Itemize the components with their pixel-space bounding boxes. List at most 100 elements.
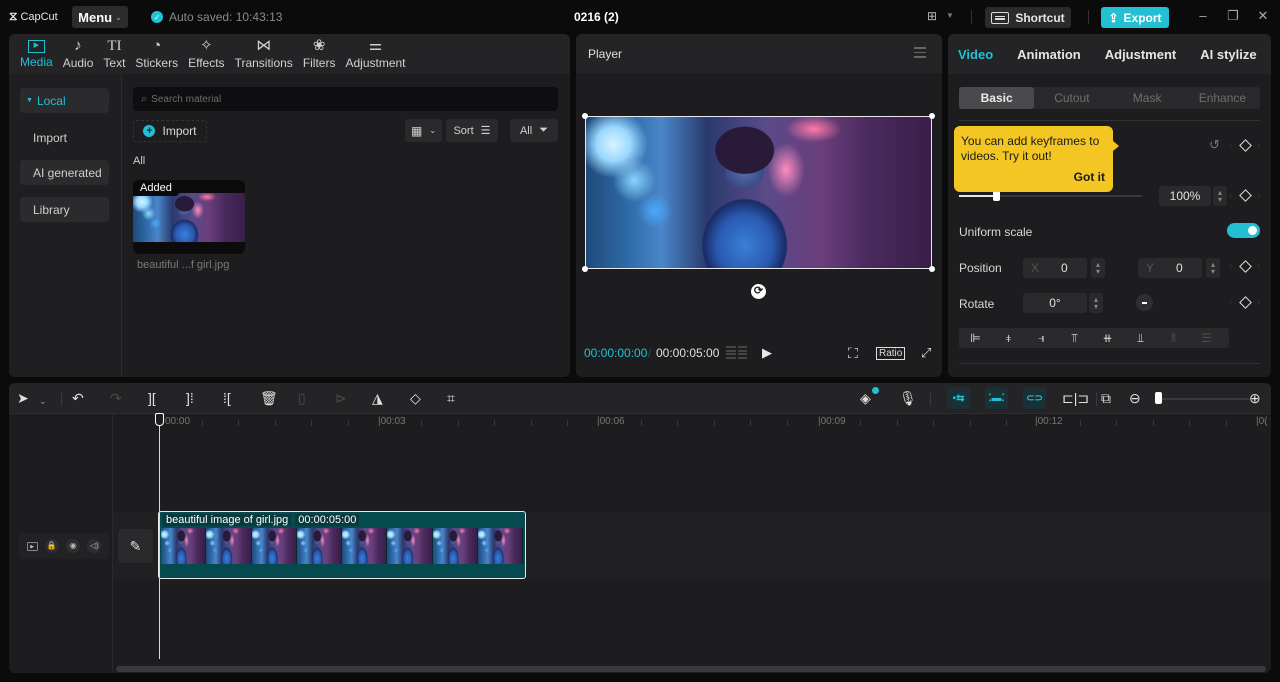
keyframe-icon[interactable] bbox=[1239, 260, 1252, 273]
subtab-mask[interactable]: Mask bbox=[1110, 87, 1185, 109]
subtab-basic[interactable]: Basic bbox=[959, 87, 1035, 109]
lock-icon[interactable]: 🔒 bbox=[44, 539, 59, 553]
edit-cover-button[interactable]: ✎ bbox=[118, 529, 153, 563]
eye-icon[interactable]: ◉ bbox=[66, 539, 81, 553]
rotate-icon[interactable]: ◇ bbox=[410, 390, 421, 406]
position-y-stepper[interactable]: ▴ ▾ bbox=[1206, 258, 1220, 278]
rotate-input[interactable]: 0° bbox=[1023, 293, 1087, 313]
resize-handle[interactable] bbox=[582, 266, 588, 272]
position-x-input[interactable]: X0 bbox=[1023, 258, 1087, 278]
reset-icon[interactable]: ↺ bbox=[1209, 137, 1220, 153]
prev-keyframe-icon[interactable]: ‹ bbox=[1229, 297, 1232, 308]
shortcut-button[interactable]: Shortcut bbox=[985, 7, 1071, 28]
subtab-cutout[interactable]: Cutout bbox=[1034, 87, 1109, 109]
align-top-icon[interactable]: ⫪ bbox=[1058, 331, 1091, 346]
import-button[interactable]: + Import bbox=[133, 120, 207, 142]
tab-video[interactable]: Video bbox=[958, 47, 993, 62]
zoom-to-fit-icon[interactable]: ⧉ bbox=[1101, 390, 1111, 406]
project-title[interactable]: 0216 (2) bbox=[574, 10, 619, 24]
prev-keyframe-icon[interactable]: ‹ bbox=[1229, 190, 1232, 201]
next-keyframe-icon[interactable]: › bbox=[1257, 261, 1260, 272]
sidebar-item-library[interactable]: Library bbox=[20, 197, 109, 222]
main-track-magnet-icon[interactable]: ▪⇆ bbox=[947, 387, 970, 409]
chevron-down-icon[interactable]: ⌄ bbox=[39, 393, 47, 409]
subtab-enhance[interactable]: Enhance bbox=[1185, 87, 1260, 109]
playhead-line[interactable] bbox=[159, 416, 160, 659]
sidebar-item-import[interactable]: Import bbox=[20, 125, 109, 150]
auto-snap-icon[interactable]: ⁚▬⁚ bbox=[985, 387, 1008, 409]
align-bottom-icon[interactable]: ⫫ bbox=[1124, 331, 1157, 346]
resize-handle[interactable] bbox=[929, 266, 935, 272]
tab-adjustment[interactable]: Adjustment bbox=[1105, 47, 1177, 62]
tab-animation[interactable]: Animation bbox=[1017, 47, 1081, 62]
prev-keyframe-icon[interactable]: ‹ bbox=[1229, 140, 1232, 151]
zoom-out-icon[interactable]: ⊖ bbox=[1129, 390, 1141, 406]
split-icon[interactable]: ][ bbox=[148, 390, 156, 406]
rotate-handle-icon[interactable]: ⟳ bbox=[751, 284, 766, 299]
tab-adjustment[interactable]: ⚌ Adjustment bbox=[340, 34, 410, 74]
keyframe-add-icon[interactable]: ◈ bbox=[860, 390, 871, 406]
chevron-down-icon[interactable]: ▼ bbox=[946, 11, 954, 20]
uniform-scale-toggle[interactable] bbox=[1227, 223, 1260, 238]
timeline-clip[interactable]: beautiful image of girl.jpg 00:00:05:00 bbox=[158, 511, 526, 579]
timeline-ruler[interactable]: 00:00 |00:03 |00:06 |00:09 |00:12 |0( bbox=[113, 414, 1271, 428]
export-button[interactable]: ⇪ Export bbox=[1101, 7, 1169, 28]
timecode-format-icon[interactable] bbox=[726, 346, 747, 359]
split-left-icon[interactable]: ]⁞ bbox=[186, 390, 194, 406]
tab-text[interactable]: TI Text bbox=[98, 34, 130, 74]
view-mode-button[interactable]: ▦ ⌄ bbox=[405, 119, 442, 142]
tab-effects[interactable]: ✧ Effects bbox=[183, 34, 229, 74]
tab-stickers[interactable]: ◔ Stickers bbox=[130, 34, 183, 74]
select-tool-icon[interactable]: ➤ bbox=[17, 390, 29, 406]
tab-ai-stylize[interactable]: AI stylize bbox=[1200, 47, 1256, 62]
position-y-input[interactable]: Y0 bbox=[1138, 258, 1202, 278]
rotate-dial[interactable] bbox=[1136, 294, 1153, 311]
scale-slider[interactable] bbox=[959, 190, 1142, 201]
restore-icon[interactable]: ❐ bbox=[1225, 8, 1241, 24]
prev-keyframe-icon[interactable]: ‹ bbox=[1229, 261, 1232, 272]
scale-stepper[interactable]: ▴ ▾ bbox=[1213, 186, 1227, 206]
resize-handle[interactable] bbox=[582, 113, 588, 119]
undo-icon[interactable]: ↶ bbox=[72, 390, 84, 406]
close-icon[interactable]: ✕ bbox=[1255, 8, 1271, 24]
video-preview[interactable] bbox=[582, 113, 935, 272]
tab-filters[interactable]: ❀ Filters bbox=[298, 34, 341, 74]
align-center-horizontal-icon[interactable]: ⧧ bbox=[992, 331, 1025, 346]
sidebar-item-ai-generated[interactable]: AI generated bbox=[20, 160, 109, 185]
got-it-button[interactable]: Got it bbox=[1074, 170, 1105, 185]
next-keyframe-icon[interactable]: › bbox=[1257, 140, 1260, 151]
timeline-zoom-knob[interactable] bbox=[1155, 392, 1162, 404]
linkage-icon[interactable]: ⊂⊃ bbox=[1023, 387, 1046, 409]
position-x-stepper[interactable]: ▴ ▾ bbox=[1091, 258, 1105, 278]
menu-button[interactable]: Menu ⌄ bbox=[72, 6, 128, 28]
keyframe-icon[interactable] bbox=[1239, 139, 1252, 152]
audio-mute-icon[interactable]: ◁) bbox=[87, 539, 102, 553]
preview-axis-icon[interactable]: ⊏|⊐ bbox=[1062, 390, 1089, 406]
split-right-icon[interactable]: ⁞[ bbox=[223, 390, 231, 406]
minimize-icon[interactable]: – bbox=[1195, 8, 1211, 23]
tab-media[interactable]: ▶ Media bbox=[15, 34, 58, 74]
resize-handle[interactable] bbox=[929, 113, 935, 119]
play-icon[interactable]: ▶ bbox=[762, 345, 772, 361]
zoom-preview-icon[interactable]: ⛶ bbox=[848, 345, 858, 362]
keyframe-icon[interactable] bbox=[1239, 189, 1252, 202]
filter-button[interactable]: All ⏷ bbox=[510, 119, 558, 142]
ratio-button[interactable]: Ratio bbox=[876, 347, 906, 360]
fullscreen-icon[interactable]: ⤢ bbox=[921, 345, 931, 361]
sort-button[interactable]: Sort ☰ bbox=[446, 119, 498, 142]
tab-audio[interactable]: ♪ Audio bbox=[58, 34, 99, 74]
microphone-icon[interactable]: 🎙 bbox=[899, 390, 917, 406]
rotate-stepper[interactable]: ▴ ▾ bbox=[1089, 293, 1103, 313]
scale-input[interactable]: 100% bbox=[1159, 186, 1211, 206]
timeline-horizontal-scrollbar[interactable] bbox=[116, 666, 1266, 672]
mirror-icon[interactable]: ◮ bbox=[372, 390, 383, 406]
keyframe-icon[interactable] bbox=[1239, 296, 1252, 309]
sidebar-item-local[interactable]: ▼ Local bbox=[20, 88, 109, 113]
next-keyframe-icon[interactable]: › bbox=[1257, 190, 1260, 201]
next-keyframe-icon[interactable]: › bbox=[1257, 297, 1260, 308]
align-left-icon[interactable]: ⊫ bbox=[959, 331, 992, 345]
crop-icon[interactable]: ⌗ bbox=[447, 390, 455, 406]
timeline-zoom-slider[interactable] bbox=[1159, 398, 1249, 400]
tab-transitions[interactable]: ⋈ Transitions bbox=[230, 34, 298, 74]
zoom-in-icon[interactable]: ⊕ bbox=[1249, 390, 1261, 406]
